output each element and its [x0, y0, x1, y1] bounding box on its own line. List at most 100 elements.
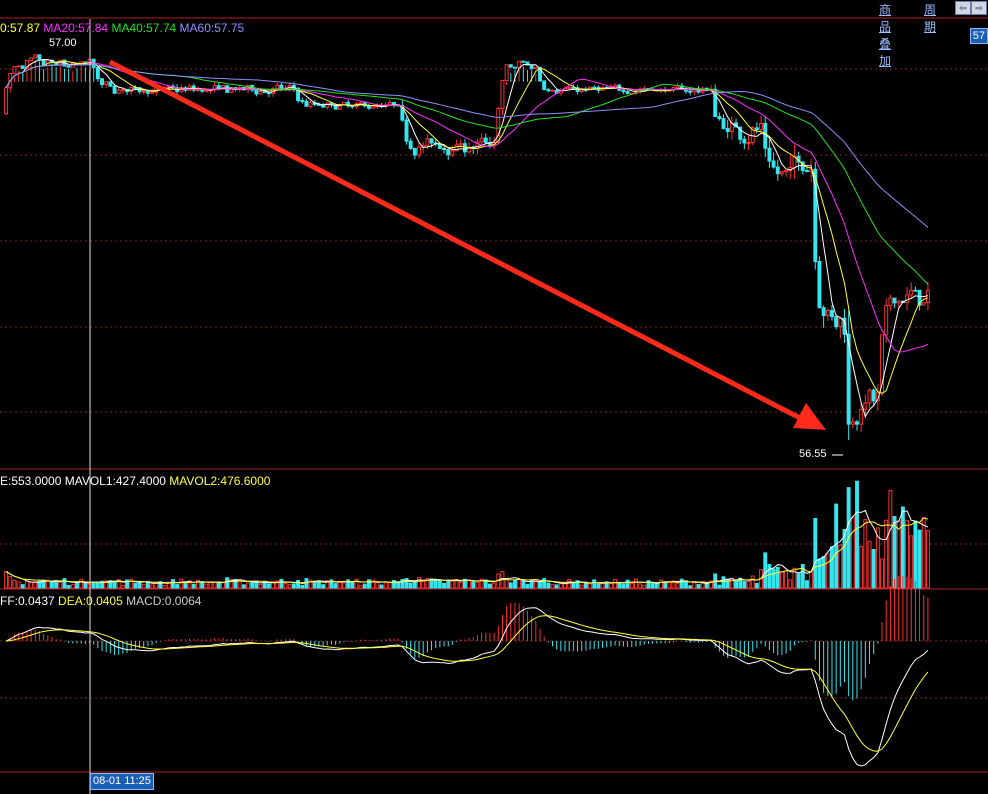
volume-bar	[608, 583, 613, 589]
candle-body	[825, 309, 830, 317]
candle-body	[888, 297, 893, 306]
volume-bar	[221, 581, 225, 589]
volume-bar	[283, 582, 288, 589]
volume-bar	[467, 579, 472, 589]
volume-bar	[892, 516, 897, 589]
current-price-tag: 57	[969, 28, 988, 44]
legend-ma10: 0:57.87	[0, 21, 41, 35]
volume-bar	[183, 583, 188, 589]
volume-bar	[855, 480, 859, 589]
candle-body	[325, 102, 330, 108]
volume-bar	[775, 566, 780, 589]
legend-ma40: MA40:57.74	[111, 21, 177, 35]
candle-body	[12, 66, 17, 74]
volume-bar	[784, 570, 789, 589]
arrow-right-icon[interactable]: ⇨	[971, 1, 987, 15]
volume-bar	[767, 564, 772, 589]
volume-bar	[629, 582, 634, 589]
dea-line	[6, 615, 929, 752]
candle-body	[425, 138, 430, 147]
volume-bar	[617, 582, 622, 589]
candle-body	[546, 88, 551, 92]
candle-body	[863, 402, 868, 410]
candle-body	[95, 66, 100, 80]
volume-bar	[830, 546, 834, 589]
candle-body	[358, 102, 363, 105]
candle-body	[742, 138, 747, 144]
candle-body	[479, 137, 484, 143]
volume-bar	[287, 583, 292, 589]
volume-bar	[788, 579, 793, 589]
volume-bar	[442, 582, 447, 589]
candle-body	[913, 289, 918, 292]
volume-bar	[241, 584, 246, 589]
candle-body	[721, 118, 726, 129]
candle-body	[112, 85, 117, 94]
overlay-button[interactable]: 商品叠加	[879, 1, 891, 69]
volume-bar	[321, 584, 326, 589]
legend-mavol1: MAVOL1:427.4000	[64, 474, 166, 488]
volume-bar	[66, 585, 71, 589]
legend-macd: MACD:0.0064	[126, 594, 202, 608]
volume-bar	[508, 582, 513, 589]
mavol2-line	[5, 517, 929, 584]
candle-body	[850, 421, 855, 425]
candle-body	[884, 304, 889, 336]
volume-bar	[850, 516, 855, 589]
candle-body	[550, 89, 555, 92]
volume-bar	[675, 582, 680, 589]
volume-bar	[734, 580, 739, 589]
volume-bar	[433, 579, 438, 589]
volume-bar	[83, 583, 88, 589]
kline-chart[interactable]	[0, 0, 988, 794]
volume-bar	[417, 577, 421, 589]
volume-bar	[513, 579, 517, 589]
candle-body	[41, 59, 46, 67]
candle-body	[66, 65, 71, 68]
dif-line	[5, 607, 929, 767]
candle-body	[867, 389, 872, 404]
volume-bar	[750, 575, 755, 589]
volume-bar	[633, 578, 638, 589]
candle-body	[804, 170, 809, 173]
candle-body	[834, 316, 839, 328]
volume-bar	[250, 580, 255, 589]
candle-body	[16, 65, 21, 68]
volume-bar	[487, 583, 492, 589]
candle-body	[100, 78, 104, 85]
candle-body	[367, 105, 371, 109]
volume-bar	[567, 579, 572, 589]
candle-body	[921, 301, 926, 306]
volume-bar	[141, 584, 146, 589]
volume-bar	[300, 584, 305, 589]
volume-bar	[58, 581, 63, 589]
volume-bar	[754, 582, 759, 589]
volume-bar	[771, 568, 776, 589]
volume-bar	[258, 583, 263, 589]
volume-bar	[654, 582, 659, 589]
candle-body	[784, 169, 789, 173]
candle-body	[483, 137, 488, 144]
volume-bar	[542, 578, 547, 589]
candle-body	[533, 66, 538, 70]
candle-body	[417, 146, 421, 156]
period-button[interactable]: 周期	[924, 1, 936, 35]
candle-body	[262, 90, 267, 93]
high-price-label: 57.00	[49, 37, 77, 49]
candle-body	[145, 90, 150, 94]
crosshair-time-tag: 08-01 11:25	[90, 773, 154, 790]
candle-body	[855, 421, 859, 425]
arrow-left-icon[interactable]: ⇦	[955, 1, 971, 15]
volume-bar	[842, 529, 847, 589]
candle-body	[717, 116, 722, 120]
volume-bar	[884, 519, 889, 589]
volume-bar	[863, 519, 868, 589]
volume-bar	[129, 578, 134, 589]
volume-bar	[546, 582, 551, 589]
volume-bar	[625, 579, 630, 589]
candle-body	[141, 90, 146, 93]
candle-body	[513, 66, 517, 69]
volume-bar	[779, 571, 784, 589]
volume-bar	[296, 579, 301, 589]
volume-bar	[900, 506, 905, 589]
